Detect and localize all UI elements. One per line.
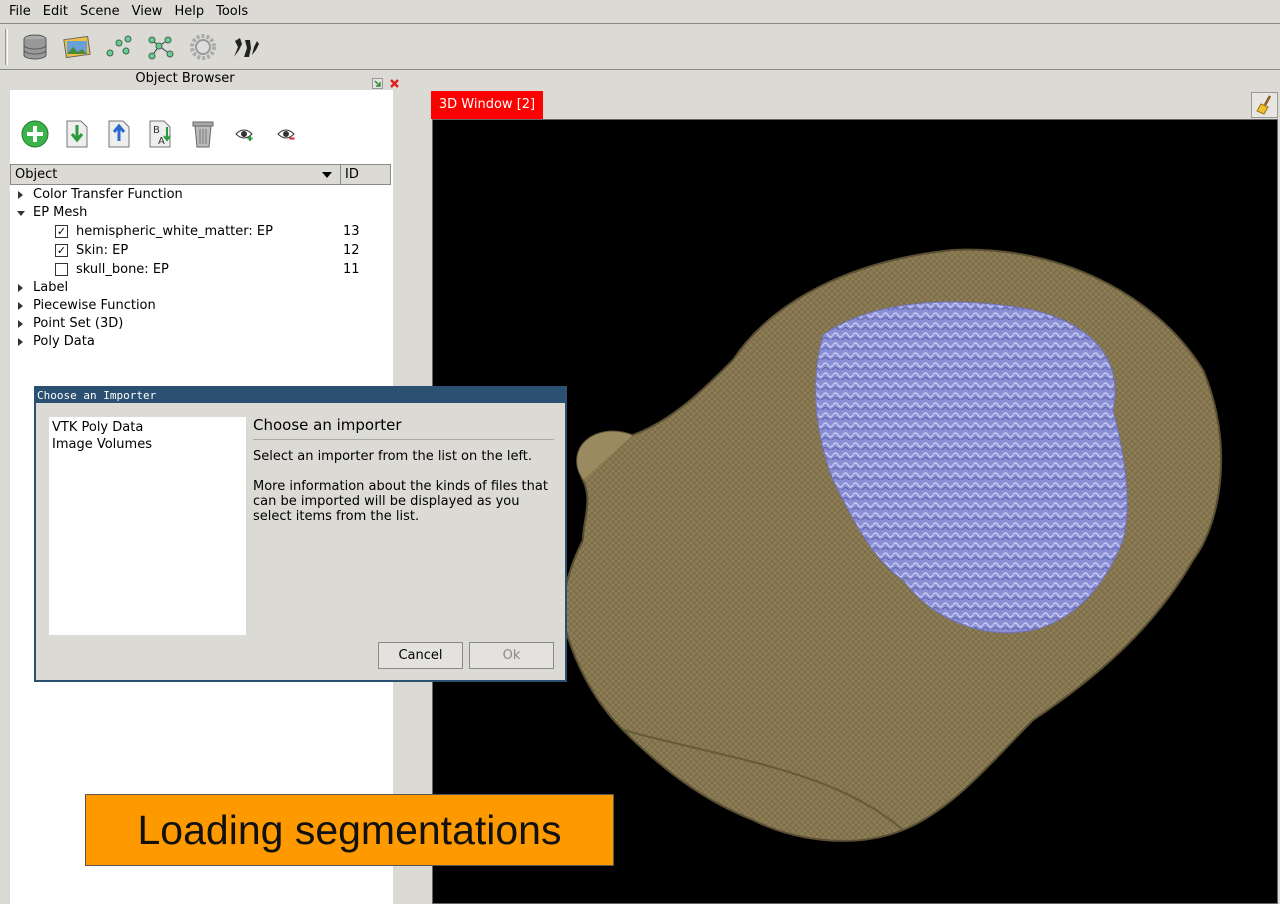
expand-arrow-icon[interactable] bbox=[18, 338, 23, 346]
object-browser-title: Object Browser bbox=[135, 71, 235, 86]
menu-scene[interactable]: Scene bbox=[74, 0, 126, 24]
menu-view[interactable]: View bbox=[126, 0, 169, 24]
tree-item-point-set[interactable]: Point Set (3D) bbox=[10, 315, 391, 333]
tree-item-label: Color Transfer Function bbox=[33, 187, 183, 202]
importer-item-vtk-poly-data[interactable]: VTK Poly Data bbox=[52, 419, 243, 436]
column-header-object-label: Object bbox=[15, 167, 58, 182]
image-icon bbox=[63, 35, 91, 59]
importer-item-image-volumes[interactable]: Image Volumes bbox=[52, 436, 243, 453]
gear-button[interactable] bbox=[182, 27, 224, 67]
importer-list[interactable]: VTK Poly Data Image Volumes bbox=[49, 417, 246, 635]
svg-text:B: B bbox=[153, 125, 160, 136]
tree-item-id: 12 bbox=[343, 243, 360, 258]
import-object-button[interactable] bbox=[56, 114, 98, 154]
menu-bar: File Edit Scene View Help Tools bbox=[0, 0, 1280, 24]
ok-button[interactable]: Ok bbox=[469, 642, 554, 669]
choose-importer-dialog: Choose an Importer VTK Poly Data Image V… bbox=[34, 386, 567, 682]
main-toolbar bbox=[0, 25, 1280, 70]
delete-object-button[interactable] bbox=[182, 114, 224, 154]
tree-item-hemispheric-white-matter[interactable]: ✓ hemispheric_white_matter: EP 13 bbox=[10, 222, 391, 241]
points-icon bbox=[106, 35, 132, 57]
expand-arrow-icon[interactable] bbox=[18, 302, 23, 310]
export-object-button[interactable] bbox=[98, 114, 140, 154]
expand-arrow-icon[interactable] bbox=[18, 284, 23, 292]
tree-item-ep-mesh[interactable]: EP Mesh bbox=[10, 204, 391, 222]
tree-item-id: 13 bbox=[343, 224, 360, 239]
database-button[interactable] bbox=[14, 27, 56, 67]
dialog-description: Select an importer from the list on the … bbox=[253, 449, 558, 539]
tree-item-skull-bone[interactable]: skull_bone: EP 11 bbox=[10, 260, 391, 279]
dialog-text-info: More information about the kinds of file… bbox=[253, 479, 548, 524]
points-button[interactable] bbox=[98, 27, 140, 67]
svg-text:A: A bbox=[158, 136, 165, 147]
menu-help[interactable]: Help bbox=[168, 0, 210, 24]
dialog-text-intro: Select an importer from the list on the … bbox=[253, 449, 533, 464]
image-button[interactable] bbox=[56, 27, 98, 67]
show-icon bbox=[235, 129, 253, 141]
tree-item-label: skull_bone: EP bbox=[76, 262, 169, 277]
tab-3d-window[interactable]: 3D Window [2] bbox=[431, 91, 543, 119]
gear-icon bbox=[190, 34, 216, 60]
menu-tools[interactable]: Tools bbox=[210, 0, 254, 24]
sort-arrow-icon bbox=[322, 172, 332, 178]
tree-item-id: 11 bbox=[343, 262, 360, 277]
tree-item-piecewise-function[interactable]: Piecewise Function bbox=[10, 297, 391, 315]
column-header-object[interactable]: Object bbox=[11, 165, 341, 184]
dialog-heading: Choose an importer bbox=[253, 416, 554, 440]
dialog-title[interactable]: Choose an Importer bbox=[36, 388, 565, 403]
visibility-checkbox[interactable]: ✓ bbox=[55, 244, 68, 257]
tree-item-poly-data[interactable]: Poly Data bbox=[10, 333, 391, 351]
collapse-arrow-icon[interactable] bbox=[17, 211, 25, 216]
export-icon bbox=[108, 120, 130, 148]
tree-item-label: hemispheric_white_matter: EP bbox=[76, 224, 273, 239]
add-icon bbox=[21, 120, 49, 148]
graph-button[interactable] bbox=[140, 27, 182, 67]
graph-icon bbox=[148, 36, 174, 60]
rename-icon: B A bbox=[149, 120, 171, 148]
database-icon bbox=[23, 34, 47, 60]
close-icon[interactable] bbox=[389, 78, 400, 89]
tree-header: Object ID bbox=[10, 164, 391, 185]
hide-icon bbox=[277, 129, 295, 140]
hide-all-button[interactable] bbox=[266, 114, 308, 154]
cancel-button[interactable]: Cancel bbox=[378, 642, 463, 669]
tree-item-label: Piecewise Function bbox=[33, 298, 156, 313]
menu-edit[interactable]: Edit bbox=[37, 0, 74, 24]
object-browser-toolbar: B A bbox=[10, 112, 393, 156]
menu-file[interactable]: File bbox=[3, 0, 37, 24]
undock-icon[interactable] bbox=[372, 77, 383, 89]
expand-arrow-icon[interactable] bbox=[18, 191, 23, 199]
column-header-id[interactable]: ID bbox=[341, 165, 359, 184]
trash-icon bbox=[192, 121, 214, 148]
clear-scene-button[interactable] bbox=[1251, 92, 1278, 118]
tree-item-label: Poly Data bbox=[33, 334, 95, 349]
visibility-checkbox[interactable] bbox=[55, 263, 68, 276]
visibility-checkbox[interactable]: ✓ bbox=[55, 225, 68, 238]
tree-item-color-transfer-function[interactable]: Color Transfer Function bbox=[10, 186, 391, 204]
import-icon bbox=[66, 120, 88, 148]
toolbar-grip[interactable] bbox=[5, 29, 8, 65]
caption-banner: Loading segmentations bbox=[85, 794, 614, 866]
tree-item-label-category[interactable]: Label bbox=[10, 279, 391, 297]
add-object-button[interactable] bbox=[14, 114, 56, 154]
figures-icon bbox=[234, 38, 259, 57]
expand-arrow-icon[interactable] bbox=[18, 320, 23, 328]
object-tree: Color Transfer Function EP Mesh ✓ hemisp… bbox=[10, 186, 391, 351]
tree-item-label: Label bbox=[33, 280, 69, 295]
show-all-button[interactable] bbox=[224, 114, 266, 154]
tree-item-label: Point Set (3D) bbox=[33, 316, 124, 331]
tree-item-label: EP Mesh bbox=[33, 205, 88, 220]
tree-item-skin[interactable]: ✓ Skin: EP 12 bbox=[10, 241, 391, 260]
broom-icon bbox=[1255, 95, 1271, 115]
figures-button[interactable] bbox=[224, 27, 266, 67]
object-browser-title-buttons bbox=[372, 76, 402, 90]
tree-item-label: Skin: EP bbox=[76, 243, 129, 258]
rename-object-button[interactable]: B A bbox=[140, 114, 182, 154]
